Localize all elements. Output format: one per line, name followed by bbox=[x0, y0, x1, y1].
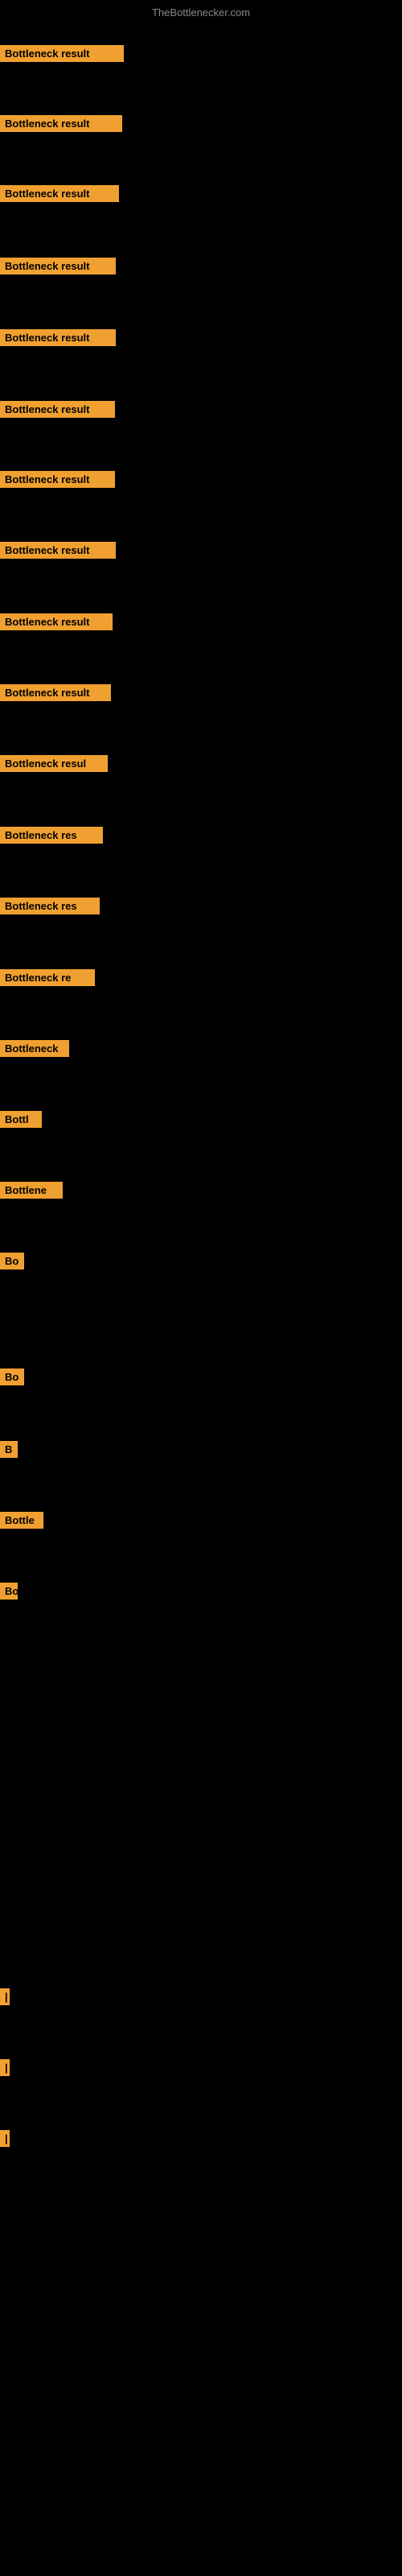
bottleneck-result-badge: Bottleneck res bbox=[0, 827, 103, 844]
site-title: TheBottlenecker.com bbox=[0, 6, 402, 19]
bottleneck-result-badge: Bottleneck bbox=[0, 1040, 69, 1057]
bottleneck-result-badge: Bo bbox=[0, 1583, 18, 1600]
bottleneck-result-badge: | bbox=[0, 2059, 10, 2076]
bottleneck-result-badge: Bottleneck re bbox=[0, 969, 95, 986]
bottleneck-result-badge: Bottleneck result bbox=[0, 684, 111, 701]
bottleneck-result-badge: Bo bbox=[0, 1253, 24, 1269]
bottleneck-result-badge: Bottleneck result bbox=[0, 329, 116, 346]
bottleneck-result-badge: Bottleneck res bbox=[0, 898, 100, 914]
bottleneck-result-badge: Bottleneck result bbox=[0, 613, 113, 630]
bottleneck-result-badge: Bottleneck result bbox=[0, 258, 116, 275]
bottleneck-result-badge: Bottleneck result bbox=[0, 115, 122, 132]
bottleneck-result-badge: Bo bbox=[0, 1368, 24, 1385]
bottleneck-result-badge: | bbox=[0, 1988, 10, 2005]
bottleneck-result-badge: Bottl bbox=[0, 1111, 42, 1128]
bottleneck-result-badge: | bbox=[0, 2130, 10, 2147]
bottleneck-result-badge: Bottleneck result bbox=[0, 401, 115, 418]
bottleneck-result-badge: Bottleneck result bbox=[0, 185, 119, 202]
bottleneck-result-badge: Bottleneck resul bbox=[0, 755, 108, 772]
bottleneck-result-badge: Bottlene bbox=[0, 1182, 63, 1199]
bottleneck-result-badge: Bottleneck result bbox=[0, 45, 124, 62]
bottleneck-result-badge: B bbox=[0, 1441, 18, 1458]
bottleneck-result-badge: Bottleneck result bbox=[0, 542, 116, 559]
bottleneck-result-badge: Bottleneck result bbox=[0, 471, 115, 488]
bottleneck-result-badge: Bottle bbox=[0, 1512, 43, 1529]
